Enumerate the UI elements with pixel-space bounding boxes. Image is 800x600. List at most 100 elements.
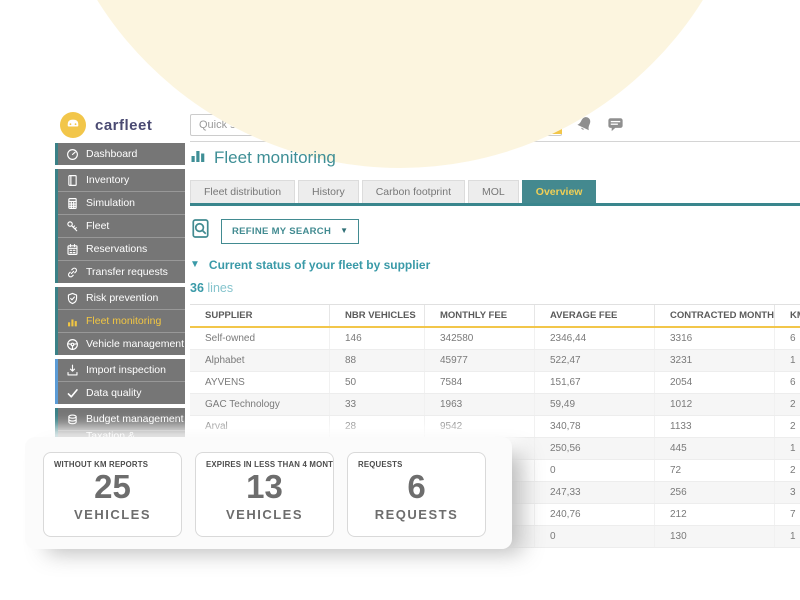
table-cell: 3: [790, 487, 796, 498]
sidebar-group: Dashboard: [55, 143, 185, 165]
sidebar-group: Import inspection Data quality: [55, 359, 185, 404]
tab-overview[interactable]: Overview: [521, 180, 597, 203]
table-cell: 151,67: [535, 372, 655, 393]
table-cell: 6: [790, 333, 796, 344]
stat-card-requests[interactable]: REQUESTS 6 REQUESTS: [347, 452, 486, 537]
table-cell: Self-owned: [190, 328, 330, 349]
table-cell: 2: [790, 421, 796, 432]
table-cell: 1: [790, 443, 796, 454]
stats-overlay-panel: WITHOUT KM REPORTS 25 VEHICLES EXPIRES I…: [25, 437, 512, 549]
table-cell: 1963: [425, 394, 535, 415]
car-logo-icon: [64, 114, 82, 137]
page-title-text: Fleet monitoring: [214, 147, 336, 167]
stat-card-value: 13: [246, 468, 283, 505]
link-icon: [66, 266, 79, 279]
sidebar-item-label: Dashboard: [86, 148, 138, 160]
sidebar-item-budget-management[interactable]: Budget management: [58, 408, 185, 431]
lines-indicator: 36 lines: [190, 281, 800, 295]
table-cell: 2: [790, 465, 796, 476]
brand-name: carfleet: [95, 117, 153, 134]
collapse-triangle-icon: ▼: [190, 259, 200, 270]
refine-button-label: REFINE MY SEARCH: [232, 225, 332, 237]
table-cell: 130: [655, 526, 775, 547]
sidebar-item-label: Inventory: [86, 174, 130, 186]
stat-card-expires-in-less-than-4-months[interactable]: EXPIRES IN LESS THAN 4 MONTHS 13 VEHICLE…: [195, 452, 334, 537]
table-cell: 6: [790, 377, 796, 388]
logo: [60, 112, 86, 138]
section-title: Current status of your fleet by supplier: [208, 258, 431, 272]
sidebar-item-inventory[interactable]: Inventory: [58, 169, 185, 192]
table-cell: 33: [330, 394, 425, 415]
sidebar-item-label: Reservations: [86, 243, 148, 255]
table-cell: 342580: [425, 328, 535, 349]
sidebar-group: Risk prevention Fleet monitoring Vehicle…: [55, 287, 185, 355]
table-cell: 3316: [655, 328, 775, 349]
sidebar-item-label: Vehicle management: [86, 338, 185, 350]
sidebar-item-label: Budget management: [86, 413, 184, 425]
tab-fleet-distribution[interactable]: Fleet distribution: [190, 180, 296, 203]
table-cell: 522,47: [535, 350, 655, 371]
sidebar-item-transfer-requests[interactable]: Transfer requests: [58, 261, 185, 283]
sidebar-item-fleet-monitoring[interactable]: Fleet monitoring: [58, 310, 185, 333]
section-header[interactable]: ▼ Current status of your fleet by suppli…: [190, 258, 800, 272]
sidebar-item-label: Fleet monitoring: [86, 315, 162, 327]
chevron-down-icon: ▼: [340, 226, 349, 235]
sidebar-item-risk-prevention[interactable]: Risk prevention: [58, 287, 185, 310]
sidebar-item-dashboard[interactable]: Dashboard: [58, 143, 185, 165]
stat-card-without-km-reports[interactable]: WITHOUT KM REPORTS 25 VEHICLES: [43, 452, 182, 537]
sidebar-group: Inventory Simulation Fleet Reservations …: [55, 169, 185, 283]
table-row[interactable]: Self-owned 146 342580 2346,44 3316 6: [190, 328, 800, 350]
table-cell: 0: [535, 526, 655, 547]
tab-history[interactable]: History: [298, 180, 359, 203]
toolbar: REFINE MY SEARCH ▼: [190, 218, 800, 244]
chat-icon[interactable]: [606, 115, 625, 134]
sidebar-item-data-quality[interactable]: Data quality: [58, 382, 185, 404]
sidebar-item-label: Import inspection: [86, 364, 166, 376]
sidebar-item-fleet[interactable]: Fleet: [58, 215, 185, 238]
table-cell: AYVENS: [190, 372, 330, 393]
coins-icon: [66, 413, 79, 426]
sidebar-item-simulation[interactable]: Simulation: [58, 192, 185, 215]
column-header[interactable]: CONTRACTED MONTHS: [655, 305, 775, 326]
column-header[interactable]: AVERAGE FEE: [535, 305, 655, 326]
sidebar-item-import-inspection[interactable]: Import inspection: [58, 359, 185, 382]
table-cell: 7584: [425, 372, 535, 393]
column-header[interactable]: SUPPLIER: [190, 305, 330, 326]
shield-icon: [66, 292, 79, 305]
table-cell: 9542: [425, 416, 535, 437]
download-icon: [66, 364, 79, 377]
table-cell: 256: [655, 482, 775, 503]
table-cell: GAC Technology: [190, 394, 330, 415]
table-row[interactable]: Alphabet 88 45977 522,47 3231 1: [190, 350, 800, 372]
column-header[interactable]: MONTHLY FEE: [425, 305, 535, 326]
stat-card-unit: VEHICLES: [73, 506, 151, 522]
sidebar: Dashboard Inventory Simulation Fleet Res…: [55, 143, 185, 457]
table-cell: 1012: [655, 394, 775, 415]
table-cell: 28: [330, 416, 425, 437]
column-header[interactable]: NBR VEHICLES: [330, 305, 425, 326]
table-header-row: SUPPLIER NBR VEHICLES MONTHLY FEE AVERAGE F…: [190, 304, 800, 328]
lines-count: 36: [190, 281, 204, 295]
stat-card-unit: VEHICLES: [225, 506, 303, 522]
table-row[interactable]: AYVENS 50 7584 151,67 2054 6: [190, 372, 800, 394]
bar-chart-icon: [66, 315, 79, 328]
tab-carbon-footprint[interactable]: Carbon footprint: [361, 180, 466, 203]
table-cell: 240,76: [535, 504, 655, 525]
table-row[interactable]: GAC Technology 33 1963 59,49 1012 2: [190, 394, 800, 416]
lines-label: lines: [207, 281, 234, 295]
sidebar-item-label: Simulation: [86, 197, 136, 209]
sidebar-item-reservations[interactable]: Reservations: [58, 238, 185, 261]
table-cell: 212: [655, 504, 775, 525]
column-header[interactable]: KM: [775, 305, 800, 326]
tab-mol[interactable]: MOL: [468, 180, 519, 203]
fleet-monitoring-icon: [190, 147, 206, 168]
table-row[interactable]: Arval 28 9542 340,78 1133 2: [190, 416, 800, 438]
table-cell: 445: [655, 438, 775, 459]
table-cell: Arval: [190, 416, 330, 437]
table-cell: Alphabet: [190, 350, 330, 371]
refine-my-search-button[interactable]: REFINE MY SEARCH ▼: [221, 218, 360, 244]
table-cell: 88: [330, 350, 425, 371]
table-cell: 1133: [655, 416, 775, 437]
table-cell: 3231: [655, 350, 775, 371]
sidebar-item-vehicle-management[interactable]: Vehicle management: [58, 333, 185, 355]
